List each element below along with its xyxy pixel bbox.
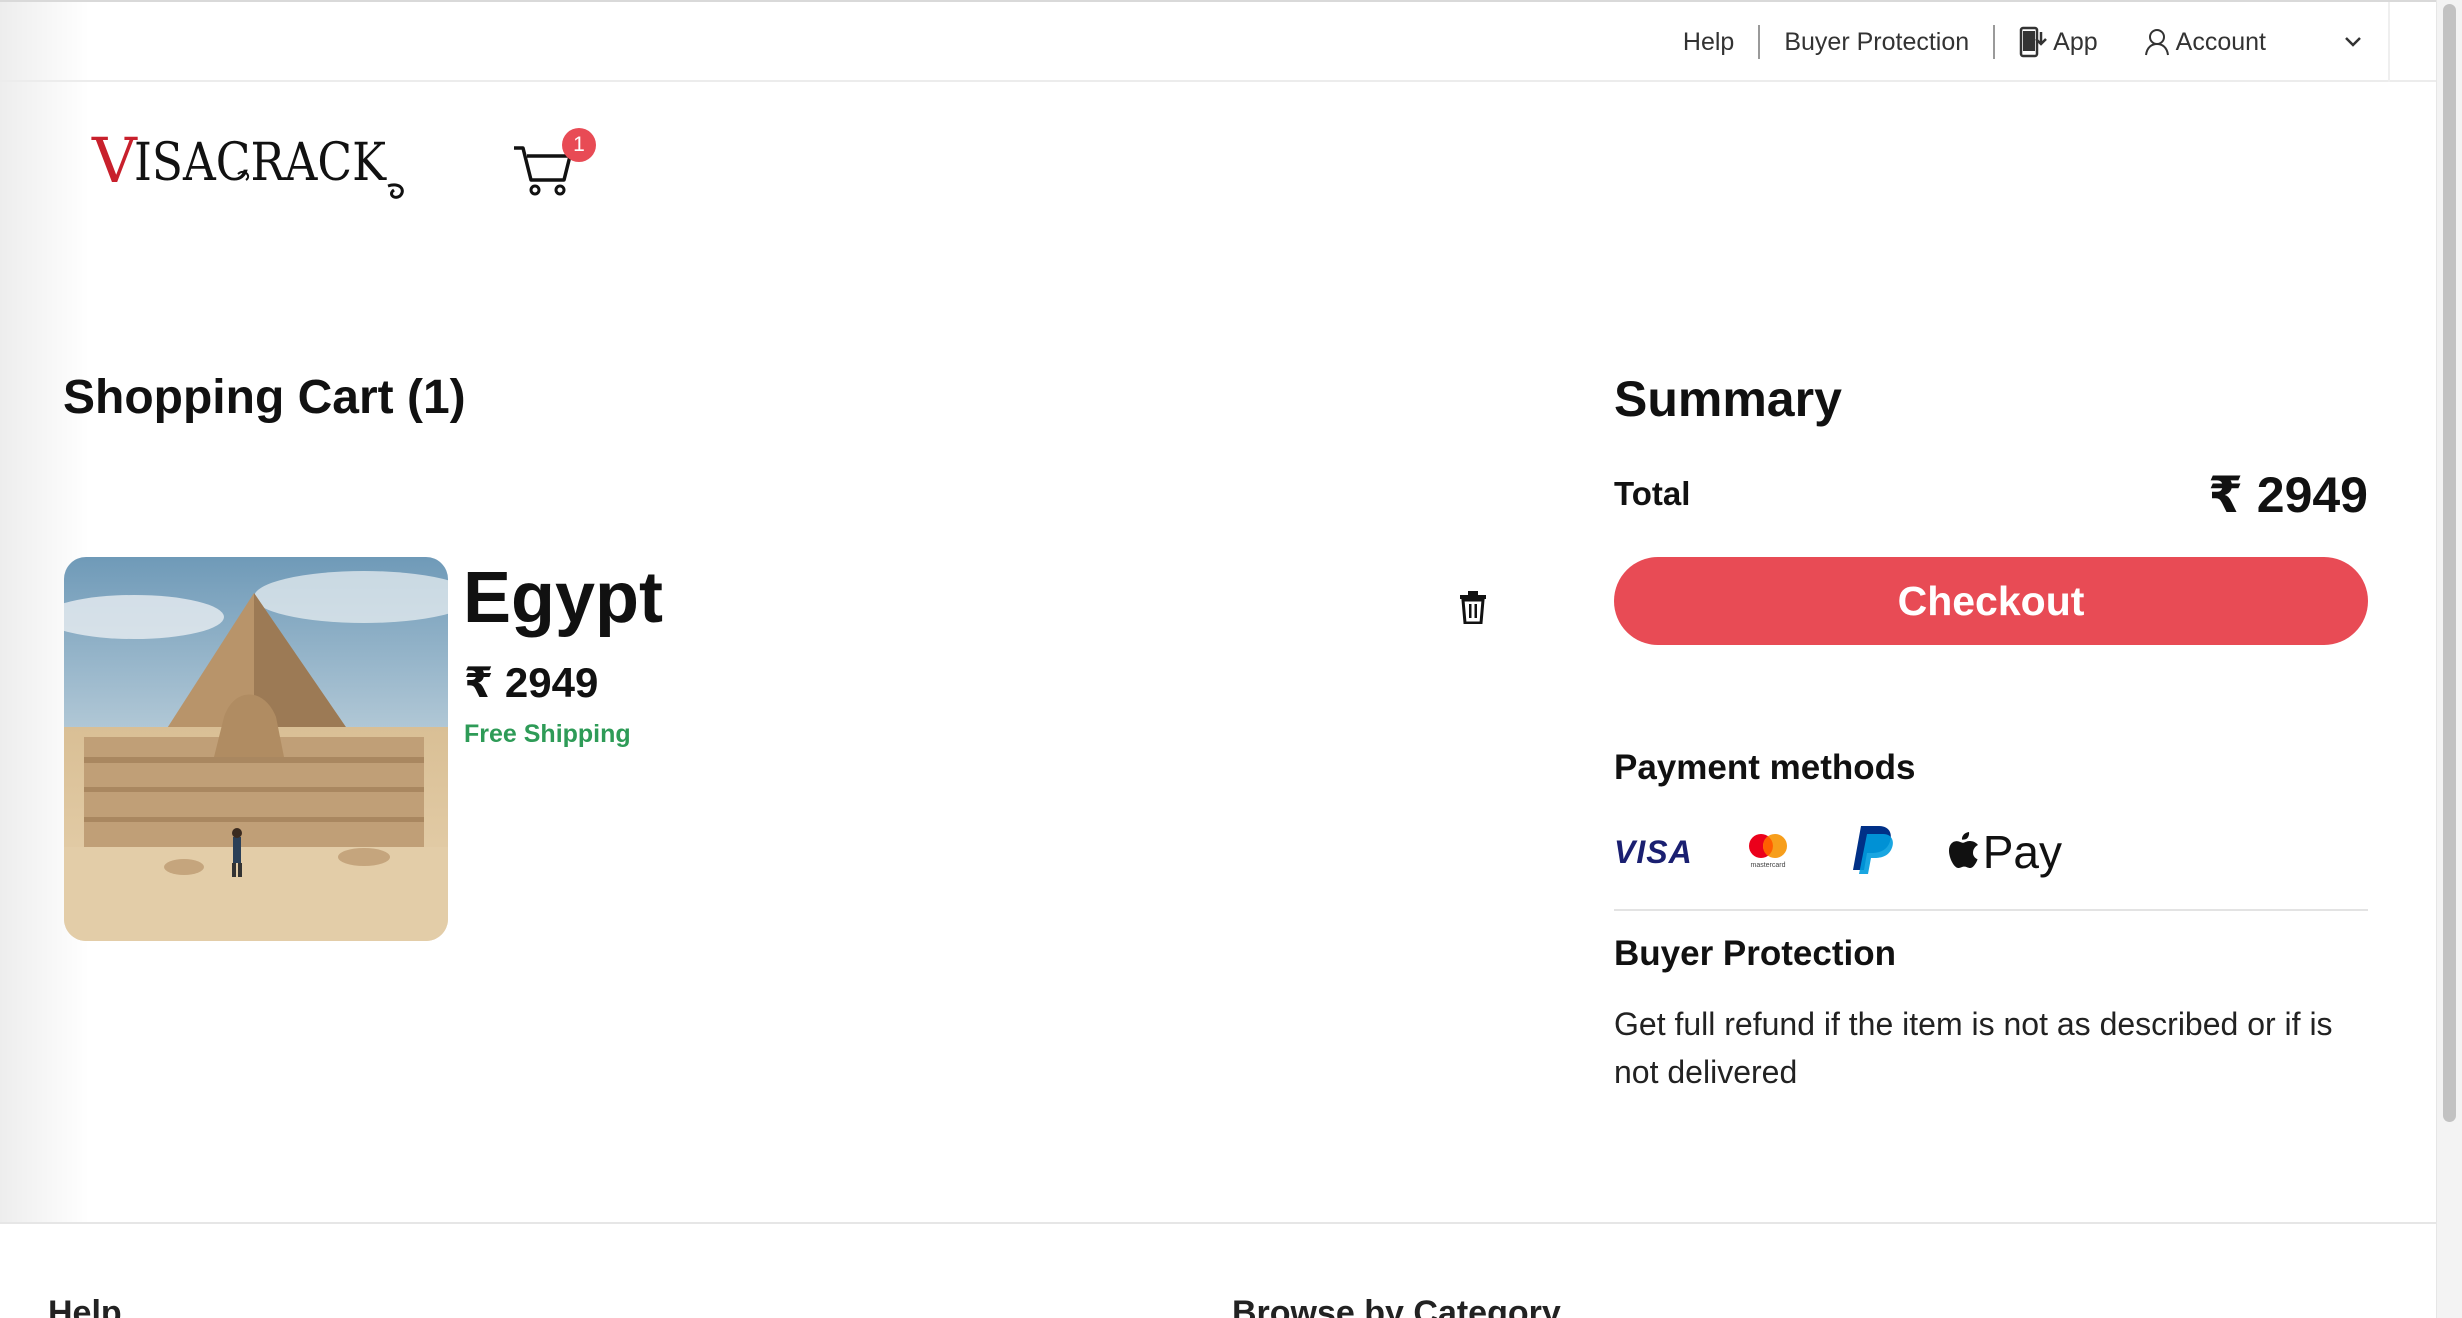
site-logo[interactable]: V ISACRACK bbox=[88, 116, 432, 202]
footer-browse-heading: Browse by Category bbox=[1232, 1294, 1561, 1318]
summary-divider bbox=[1614, 909, 2368, 911]
top-bar: Help Buyer Protection App Account bbox=[0, 2, 2436, 82]
account-dropdown-toggle[interactable] bbox=[2344, 36, 2362, 48]
page-scrollbar[interactable] bbox=[2436, 0, 2462, 1318]
cart-count-badge: 1 bbox=[562, 128, 596, 162]
footer-divider bbox=[0, 1222, 2436, 1224]
payment-methods-logos: VISA mastercard Pay bbox=[1614, 822, 2062, 882]
product-name[interactable]: Egypt bbox=[463, 557, 663, 639]
buyer-protection-link-label: Buyer Protection bbox=[1784, 27, 1970, 56]
mastercard-wordmark: mastercard bbox=[1750, 862, 1785, 869]
svg-text:V: V bbox=[91, 124, 138, 197]
apple-icon bbox=[1948, 832, 1978, 868]
paypal-logo bbox=[1849, 824, 1897, 881]
checkout-button[interactable]: Checkout bbox=[1614, 557, 2368, 645]
account-menu[interactable]: Account bbox=[2144, 28, 2266, 57]
remove-item-button[interactable] bbox=[1458, 590, 1488, 625]
help-link[interactable]: Help bbox=[1683, 28, 1734, 57]
account-label: Account bbox=[2175, 27, 2266, 56]
user-icon bbox=[2144, 28, 2170, 56]
footer-help-heading: Help bbox=[48, 1294, 122, 1318]
buyer-protection-link[interactable]: Buyer Protection bbox=[1784, 28, 1969, 57]
summary-title: Summary bbox=[1614, 371, 1842, 427]
cart-button[interactable]: 1 bbox=[512, 128, 596, 198]
app-link[interactable]: App bbox=[2019, 26, 2098, 58]
mastercard-logo: mastercard bbox=[1745, 830, 1791, 875]
nav-edge-divider bbox=[2388, 2, 2390, 82]
buyer-protection-text: Get full refund if the item is not as de… bbox=[1614, 1006, 2333, 1090]
product-price: ₹ 2949 bbox=[464, 659, 599, 706]
app-link-label: App bbox=[2053, 27, 2098, 56]
nav-separator bbox=[1993, 25, 1996, 59]
product-image[interactable] bbox=[64, 557, 448, 941]
top-nav: Help Buyer Protection App Account bbox=[1683, 2, 2390, 82]
shipping-label: Free Shipping bbox=[464, 720, 631, 748]
apple-pay-label: Pay bbox=[1982, 826, 2062, 878]
cart-title: Shopping Cart (1) bbox=[63, 371, 466, 424]
total-value: ₹ 2949 bbox=[2208, 467, 2368, 523]
buyer-protection-title: Buyer Protection bbox=[1614, 934, 1896, 973]
scrollbar-thumb[interactable] bbox=[2443, 4, 2456, 1122]
help-link-label: Help bbox=[1682, 27, 1735, 56]
nav-separator bbox=[1758, 25, 1761, 59]
visa-logo: VISA bbox=[1614, 833, 1693, 870]
payment-methods-title: Payment methods bbox=[1614, 748, 1916, 787]
apple-pay-logo: Pay bbox=[1947, 825, 2062, 879]
egypt-pyramid-photo-icon bbox=[64, 557, 448, 941]
total-label: Total bbox=[1614, 475, 1691, 512]
trash-icon bbox=[1458, 591, 1488, 628]
chevron-down-icon bbox=[2344, 36, 2362, 48]
app-download-icon bbox=[2019, 26, 2048, 58]
svg-text:ISACRACK: ISACRACK bbox=[134, 133, 387, 193]
